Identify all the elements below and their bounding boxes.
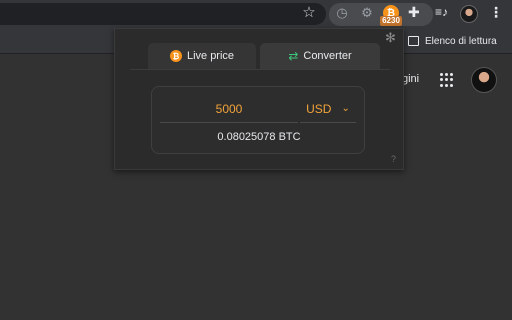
bookmark-star-icon[interactable]: ☆ bbox=[300, 4, 318, 22]
browser-menu-icon[interactable]: ⋮ bbox=[489, 4, 503, 21]
tab-divider bbox=[130, 69, 390, 70]
reading-list-button[interactable]: Elenco di lettura bbox=[408, 34, 497, 48]
conversion-result: 0.08025078 BTC bbox=[217, 131, 301, 143]
tab-live-price[interactable]: ₿ Live price bbox=[148, 43, 256, 69]
address-bar[interactable] bbox=[0, 3, 326, 25]
bitcoin-icon: ₿ bbox=[169, 50, 182, 62]
price-badge: 6230 bbox=[380, 16, 402, 26]
reading-list-icon bbox=[408, 36, 419, 46]
popup-tabs: ₿ Live price ⇄ Converter bbox=[148, 43, 380, 69]
settings-gear-icon[interactable]: ✻ bbox=[385, 30, 396, 46]
page-signin-text[interactable]: gini bbox=[402, 73, 419, 85]
profile-avatar-small[interactable] bbox=[460, 5, 478, 23]
convert-icon: ⇄ bbox=[288, 49, 299, 63]
help-icon[interactable]: ? bbox=[391, 154, 396, 164]
tab-converter[interactable]: ⇄ Converter bbox=[260, 43, 380, 69]
extensions-puzzle-icon[interactable]: ✚ bbox=[408, 4, 420, 21]
converter-box: 5000 USD ⌄ 0.08025078 BTC bbox=[151, 86, 365, 154]
bitcoin-glyph: ₿ bbox=[172, 51, 180, 61]
media-queue-icon[interactable]: ≡♪ bbox=[435, 5, 448, 19]
gear-icon[interactable]: ⚙ bbox=[358, 4, 376, 22]
timer-icon[interactable]: ◷ bbox=[333, 4, 351, 22]
tab-label: Live price bbox=[186, 50, 235, 62]
extension-popup: ✻ ₿ Live price ⇄ Converter 5000 USD ⌄ 0.… bbox=[114, 28, 404, 170]
apps-grid-icon[interactable] bbox=[440, 73, 454, 87]
page-profile-avatar[interactable] bbox=[471, 67, 497, 93]
reading-list-label: Elenco di lettura bbox=[425, 35, 497, 47]
amount-input[interactable]: 5000 bbox=[160, 95, 298, 123]
browser-toolbar: ☆ ◷ ⚙ ₿ 6230 ✚ ≡♪ ⋮ bbox=[0, 0, 512, 28]
currency-value: USD bbox=[306, 101, 332, 116]
tab-label: Converter bbox=[303, 50, 352, 62]
currency-select[interactable]: USD ⌄ bbox=[300, 95, 356, 123]
chevron-down-icon: ⌄ bbox=[341, 103, 350, 114]
